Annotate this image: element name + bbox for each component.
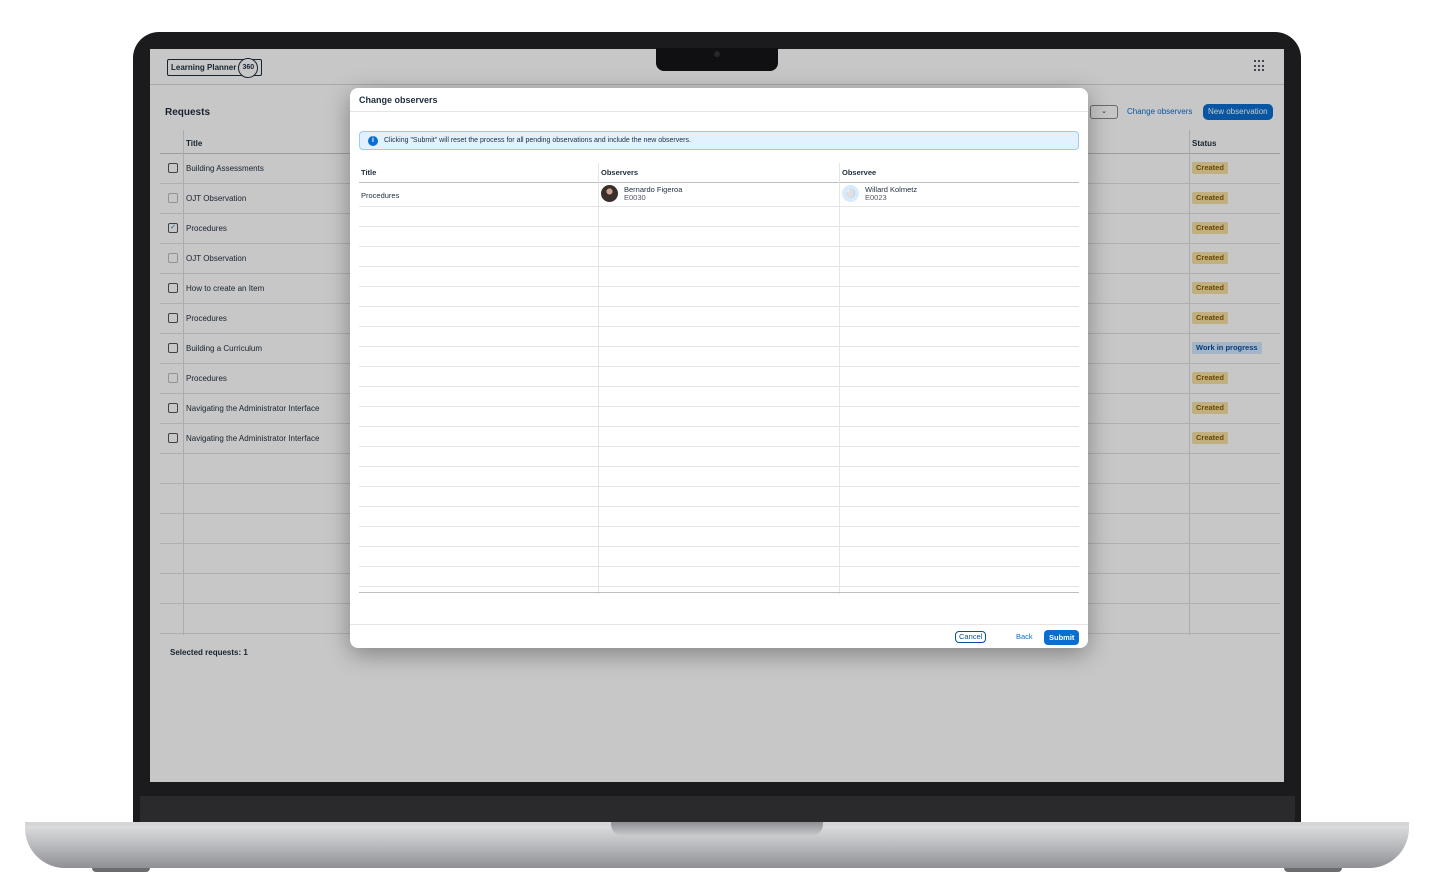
empty-row — [359, 407, 1079, 427]
observee-id: E0023 — [865, 192, 887, 202]
empty-row — [359, 567, 1079, 587]
cancel-button[interactable]: Cancel — [955, 631, 987, 643]
empty-row — [359, 367, 1079, 387]
column-header-observee: Observee — [842, 168, 877, 177]
empty-row — [359, 527, 1079, 547]
dialog-footer: Cancel Back Submit — [350, 624, 1088, 648]
laptop-opening-scoop — [611, 822, 823, 836]
dialog-header: Change observers — [350, 88, 1088, 112]
empty-row — [359, 307, 1079, 327]
camera-icon — [714, 51, 720, 57]
back-button[interactable]: Back — [1016, 632, 1033, 641]
table-bottom-border — [359, 592, 1079, 593]
table-row[interactable]: Procedures Bernardo Figeroa E0030 ⚪ Will… — [359, 183, 1079, 207]
screen: Learning Planner 360 Requests ⌄ Change o… — [150, 49, 1284, 782]
laptop-foot — [1284, 868, 1342, 872]
observers-table: Title Observers Observee Procedures Bern… — [359, 163, 1079, 594]
observer-id: E0030 — [624, 192, 646, 202]
person-icon: ⚪ — [842, 185, 859, 202]
empty-row — [359, 447, 1079, 467]
empty-row — [359, 547, 1079, 567]
laptop-foot — [92, 868, 150, 872]
empty-row — [359, 267, 1079, 287]
empty-row — [359, 487, 1079, 507]
empty-row — [359, 207, 1079, 227]
laptop-bezel-bottom — [140, 796, 1295, 822]
column-header-observers: Observers — [601, 168, 639, 177]
info-icon: i — [368, 136, 378, 146]
empty-row — [359, 387, 1079, 407]
empty-row — [359, 327, 1079, 347]
empty-row — [359, 227, 1079, 247]
avatar — [601, 185, 618, 202]
empty-row — [359, 427, 1079, 447]
change-observers-dialog: Change observers i Clicking "Submit" wil… — [350, 88, 1088, 648]
column-header-title: Title — [361, 168, 377, 177]
empty-row — [359, 467, 1079, 487]
submit-button[interactable]: Submit — [1044, 630, 1080, 645]
info-message-text: Clicking "Submit" will reset the process… — [384, 137, 691, 144]
observer-cell[interactable]: Bernardo Figeroa E0030 — [601, 185, 682, 202]
table-header: Title Observers Observee — [359, 163, 1079, 183]
empty-row — [359, 287, 1079, 307]
empty-row — [359, 247, 1079, 267]
info-message-strip: i Clicking "Submit" will reset the proce… — [359, 131, 1079, 150]
observee-cell[interactable]: ⚪ Willard Kolmetz E0023 — [842, 185, 917, 202]
row-title: Procedures — [361, 191, 400, 200]
empty-row — [359, 507, 1079, 527]
dialog-title: Change observers — [359, 95, 438, 105]
empty-row — [359, 347, 1079, 367]
